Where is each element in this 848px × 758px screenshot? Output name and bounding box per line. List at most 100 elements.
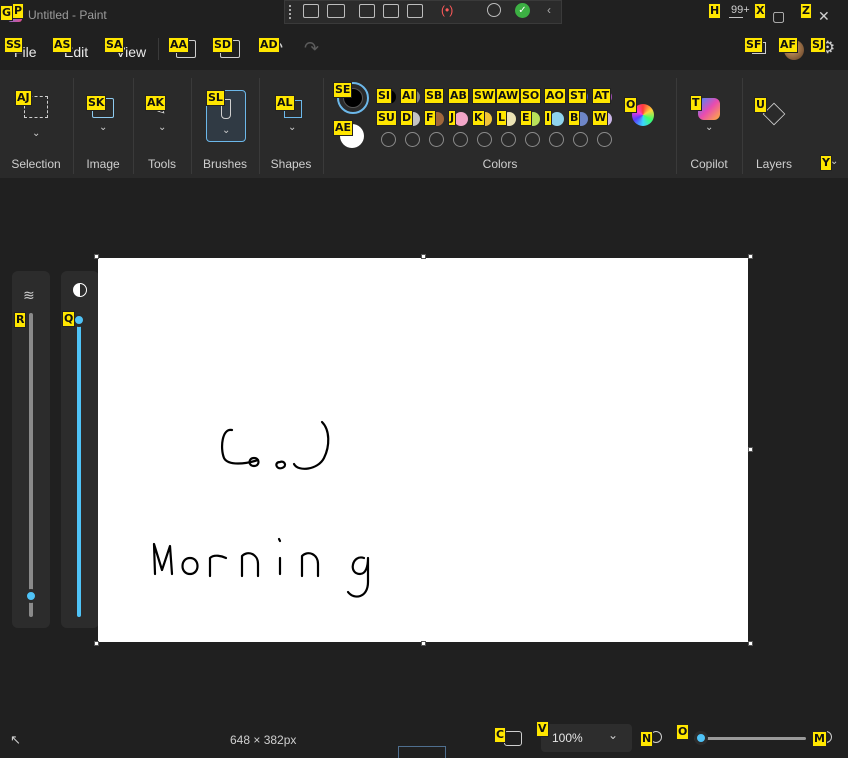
resize-handle-sw[interactable]	[94, 641, 99, 646]
hint-maximize: X	[754, 3, 767, 19]
hint-collapse: Y	[820, 155, 832, 171]
stroke-letter-m	[152, 542, 174, 576]
close-button[interactable]: ✕	[818, 8, 830, 25]
custom-color-slot[interactable]	[477, 132, 492, 147]
stroke-letter-o-2	[275, 460, 287, 470]
window-title: Untitled - Paint	[28, 8, 107, 22]
hint-view: SA	[104, 37, 125, 53]
pointer-capture-icon[interactable]	[359, 4, 375, 18]
hint-color-swatch: D	[400, 110, 414, 126]
maximize-button[interactable]: ▢	[772, 8, 785, 25]
window-capture-icon[interactable]	[383, 4, 399, 18]
custom-color-slot[interactable]	[381, 132, 396, 147]
canvas-size-text: 648 × 382px	[230, 733, 297, 747]
color-swatch[interactable]	[550, 112, 564, 126]
hint-color-swatch: J	[448, 110, 457, 126]
hint-color-swatch: SO	[520, 88, 542, 104]
hint-color-swatch: W	[592, 110, 609, 126]
custom-color-slot[interactable]	[597, 132, 612, 147]
hint-color-swatch: ST	[568, 88, 588, 104]
custom-color-slot[interactable]	[429, 132, 444, 147]
custom-color-slot[interactable]	[525, 132, 540, 147]
zoom-slider[interactable]	[694, 731, 806, 745]
stroke-letter-n-2	[300, 552, 320, 578]
custom-color-slot[interactable]	[573, 132, 588, 147]
group-label-copilot: Copilot	[690, 157, 728, 171]
resize-handle-s[interactable]	[421, 641, 426, 646]
opacity-slider[interactable]	[72, 313, 86, 617]
hint-layers: U	[754, 97, 767, 113]
floating-toolbar: (•) 99+ ✓ ‹	[284, 0, 750, 24]
hint-color-swatch: AT	[592, 88, 612, 104]
hint-color-swatch: K	[472, 110, 485, 126]
redo-icon[interactable]: ↷	[304, 38, 319, 59]
group-label-image: Image	[86, 157, 120, 171]
hint-share: SD	[212, 37, 234, 53]
hint-opacity-slider: Q	[62, 311, 76, 327]
hint-zoom-out: N	[640, 731, 654, 747]
hint-avatar: AF	[778, 37, 799, 53]
fullscreen-capture-icon[interactable]	[407, 4, 423, 18]
brush-size-thumb[interactable]	[24, 588, 38, 603]
hint-zoom-select: V	[536, 721, 549, 737]
drawing-canvas[interactable]	[98, 258, 748, 642]
collapse-arrow-icon[interactable]: ‹	[547, 3, 551, 17]
hint-undo: AD	[258, 37, 280, 53]
status-tab-indicator	[398, 746, 446, 758]
resize-handle-n[interactable]	[421, 254, 426, 259]
chevron-down-icon[interactable]: ⌄	[288, 122, 296, 133]
hint-color1: SE	[333, 82, 353, 98]
hint-color-swatch: E	[520, 110, 532, 126]
hint-edit: AS	[52, 37, 73, 53]
custom-color-slot[interactable]	[453, 132, 468, 147]
chevron-down-icon[interactable]: ⌄	[99, 122, 107, 133]
chevron-down-icon[interactable]: ⌄	[705, 122, 713, 133]
chevron-down-icon: ⌄	[222, 125, 231, 136]
hint-color2: AE	[333, 120, 354, 136]
hint-settings: SJ	[810, 37, 827, 53]
hint-color-swatch: L	[496, 110, 508, 126]
hint-color-swatch: AW	[496, 88, 521, 104]
group-label-selection: Selection	[11, 157, 61, 171]
chevron-down-icon[interactable]: ⌄	[32, 128, 40, 139]
resize-handle-nw[interactable]	[94, 254, 99, 259]
group-label-tools: Tools	[147, 157, 176, 171]
resize-handle-e[interactable]	[748, 447, 753, 452]
drag-handle-icon[interactable]	[289, 5, 295, 19]
custom-color-slot[interactable]	[501, 132, 516, 147]
hint-color-swatch: SB	[424, 88, 445, 104]
resize-handle-ne[interactable]	[748, 254, 753, 259]
hint-edit-colors: O	[624, 97, 638, 113]
accessibility-icon[interactable]	[487, 3, 501, 17]
check-icon[interactable]: ✓	[515, 3, 530, 18]
menu-divider	[158, 38, 159, 60]
stroke-letter-r	[208, 554, 228, 578]
brush-size-slider[interactable]	[24, 313, 38, 617]
hint-fit: C	[494, 727, 507, 743]
zoom-select[interactable]: 100% ⌄	[541, 724, 632, 752]
broadcast-icon[interactable]: (•)	[441, 3, 453, 17]
color-swatch[interactable]	[454, 112, 468, 126]
chevron-down-icon[interactable]: ⌄	[158, 122, 166, 133]
hint-zoom-slider: O	[676, 724, 690, 740]
resize-handle-se[interactable]	[748, 641, 753, 646]
zoom-thumb[interactable]	[694, 731, 708, 745]
stroke-letter-n	[240, 552, 260, 578]
hint-size-slider: R	[14, 312, 27, 328]
custom-color-slot[interactable]	[405, 132, 420, 147]
zoom-value: 100%	[552, 731, 583, 745]
cursor-position-icon: ↖	[10, 732, 21, 747]
hint-color-swatch: F	[424, 110, 436, 126]
fit-to-window-icon[interactable]	[504, 731, 522, 746]
region-capture-icon[interactable]	[303, 4, 319, 18]
hint-color-swatch: SW	[472, 88, 497, 104]
stroke-letter-o-3	[181, 556, 199, 576]
video-capture-icon[interactable]	[327, 4, 345, 18]
chevron-down-icon: ⌄	[608, 728, 619, 742]
hint-signin: SF	[744, 37, 764, 53]
custom-color-slot[interactable]	[549, 132, 564, 147]
hint-color-swatch: SU	[376, 110, 397, 126]
hint-paint: P	[12, 3, 25, 19]
hint-selection: AJ	[15, 90, 32, 106]
minimize-button[interactable]: —	[729, 8, 743, 24]
